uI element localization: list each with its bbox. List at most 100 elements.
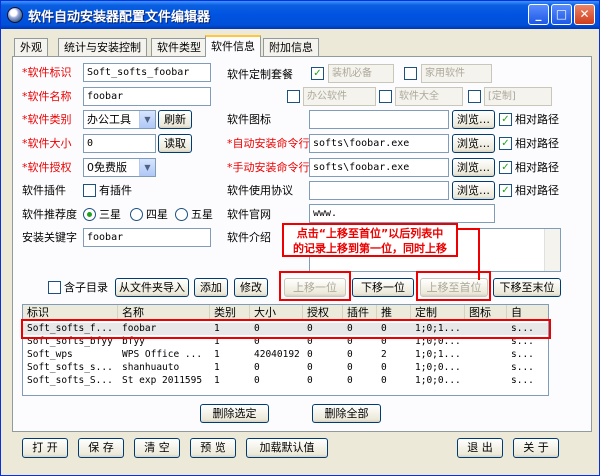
agreement-relative-checkbox[interactable]: ✓ — [499, 184, 512, 197]
auto-cmd-browse-button[interactable]: 浏览… — [452, 134, 495, 153]
suite-checkbox-essential[interactable]: ✓ — [311, 67, 324, 80]
import-folder-button[interactable]: 从文件夹导入 — [115, 278, 189, 297]
name-label: *软件名称 — [22, 90, 72, 103]
maximize-button[interactable]: □ — [551, 4, 572, 25]
agreement-input[interactable] — [309, 181, 449, 200]
exit-button[interactable]: 退 出 — [457, 438, 503, 458]
website-label: 软件官网 — [227, 208, 271, 221]
about-button[interactable]: 关 于 — [513, 438, 559, 458]
table-cell: s... — [511, 349, 534, 360]
intro-scrollbar[interactable] — [544, 229, 560, 271]
title-bar[interactable]: 软件自动安装器配置文件编辑器 _ □ ✕ — [1, 1, 599, 29]
rating-radio-3[interactable] — [83, 208, 96, 221]
manual-cmd-label: *手动安装命令行 — [227, 161, 310, 174]
suite-all: 软件大全 — [395, 87, 463, 106]
website-input[interactable]: www. — [309, 204, 495, 223]
table-row[interactable]: Soft_softs_S... St exp 2011595 1 0 0 0 0 1;0;0.… — [23, 375, 548, 387]
table-cell: s... — [511, 362, 534, 373]
open-button[interactable]: 打 开 — [22, 438, 68, 458]
tab-extra-info[interactable]: 附加信息 — [263, 38, 319, 56]
size-label: *软件大小 — [22, 137, 72, 150]
suite-label: 软件定制套餐 — [227, 68, 293, 81]
table-cell: 1 — [214, 375, 220, 386]
plugin-checkbox[interactable] — [83, 184, 96, 197]
clear-button[interactable]: 清 空 — [134, 438, 180, 458]
keyword-input[interactable]: foobar — [83, 228, 211, 247]
license-select[interactable]: 0免费版 ▼ — [83, 158, 156, 177]
minimize-button[interactable]: _ — [528, 4, 549, 25]
table-cell: s... — [511, 375, 534, 386]
table-cell: 1 — [214, 362, 220, 373]
agreement-label: 软件使用协议 — [227, 184, 293, 197]
table-cell: 0 — [307, 375, 313, 386]
suite-checkbox-home[interactable] — [404, 67, 417, 80]
app-icon — [7, 7, 23, 23]
table-cell: 0 — [307, 362, 313, 373]
refresh-button[interactable]: 刷新 — [158, 110, 192, 129]
annotation-line-1: 点击“上移至首位”以后列表中 — [296, 227, 444, 240]
agreement-relative-label: 相对路径 — [515, 184, 559, 197]
plugin-label: 软件插件 — [22, 184, 66, 197]
auto-cmd-relative-label: 相对路径 — [515, 137, 559, 150]
tab-software-type[interactable]: 软件类型 — [151, 38, 207, 56]
load-default-button[interactable]: 加载默认值 — [246, 438, 328, 458]
size-input[interactable]: 0 — [83, 134, 156, 153]
table-cell: Soft_softs_S... — [27, 375, 113, 386]
icon-input[interactable] — [309, 110, 449, 129]
save-button[interactable]: 保 存 — [78, 438, 124, 458]
suite-checkbox-all[interactable] — [379, 90, 392, 103]
table-cell: Soft_softs_s... — [27, 362, 113, 373]
delete-all-button[interactable]: 删除全部 — [312, 404, 381, 423]
table-row[interactable]: Soft_wps WPS Office ... 1 42040192 0 0 2 1;0;1.… — [23, 349, 548, 361]
modify-button[interactable]: 修改 — [234, 278, 268, 297]
annotation-highlight-first-row — [21, 319, 551, 339]
close-button[interactable]: ✕ — [574, 4, 595, 25]
icon-relative-label: 相对路径 — [515, 113, 559, 126]
add-button[interactable]: 添加 — [194, 278, 228, 297]
preview-button[interactable]: 预 览 — [190, 438, 236, 458]
tab-appearance[interactable]: 外观 — [14, 38, 48, 56]
name-input[interactable]: foobar — [83, 87, 211, 106]
subdir-label: 含子目录 — [64, 281, 108, 294]
table-cell: 0 — [347, 362, 353, 373]
agreement-browse-button[interactable]: 浏览… — [452, 181, 495, 200]
table-cell: 2 — [381, 349, 387, 360]
table-cell: shanhuauto — [122, 362, 180, 373]
table-cell: St exp 2011595 — [122, 375, 203, 386]
software-list[interactable]: 标识 名称 类别 大小 授权 插件 推 定制 图标 自 Soft_softs_f… — [22, 304, 549, 396]
move-down-button[interactable]: 下移一位 — [352, 278, 414, 297]
icon-relative-checkbox[interactable]: ✓ — [499, 113, 512, 126]
suite-checkbox-office[interactable] — [287, 90, 300, 103]
move-to-bottom-button[interactable]: 下移至末位 — [493, 278, 561, 297]
table-cell: 1 — [214, 349, 220, 360]
category-label: *软件类别 — [22, 113, 72, 126]
manual-cmd-input[interactable]: softs\foobar.exe — [309, 158, 449, 177]
table-row[interactable]: Soft_softs_s... shanhuauto 1 0 0 0 0 1;0;0... s.… — [23, 362, 548, 374]
icon-browse-button[interactable]: 浏览… — [452, 110, 495, 129]
auto-cmd-relative-checkbox[interactable]: ✓ — [499, 137, 512, 150]
table-cell: 1;0;0... — [415, 362, 461, 373]
manual-cmd-browse-button[interactable]: 浏览… — [452, 158, 495, 177]
table-cell: 0 — [347, 349, 353, 360]
suite-custom: [定制] — [484, 87, 552, 106]
tab-software-info[interactable]: 软件信息 — [205, 35, 261, 57]
auto-cmd-input[interactable]: softs\foobar.exe — [309, 134, 449, 153]
delete-selected-button[interactable]: 删除选定 — [200, 404, 269, 423]
id-input[interactable]: Soft_softs_foobar — [83, 63, 211, 82]
id-label: *软件标识 — [22, 66, 72, 79]
suite-home: 家用软件 — [421, 64, 492, 83]
read-button[interactable]: 读取 — [158, 134, 192, 153]
category-select[interactable]: 办公工具 ▼ — [83, 110, 156, 129]
table-cell: 0 — [254, 362, 260, 373]
suite-checkbox-custom[interactable] — [468, 90, 481, 103]
manual-cmd-relative-checkbox[interactable]: ✓ — [499, 161, 512, 174]
rating-label: 软件推荐度 — [22, 208, 77, 221]
rating-radio-4[interactable] — [130, 208, 143, 221]
rating-radio-5[interactable] — [175, 208, 188, 221]
table-cell: 0 — [254, 375, 260, 386]
window-title: 软件自动安装器配置文件编辑器 — [28, 9, 211, 25]
subdir-checkbox[interactable] — [48, 281, 61, 294]
tab-stats-install[interactable]: 统计与安装控制 — [58, 38, 147, 56]
keyword-label: 安装关键字 — [22, 231, 77, 244]
annotation-highlight-up-button — [279, 271, 351, 301]
